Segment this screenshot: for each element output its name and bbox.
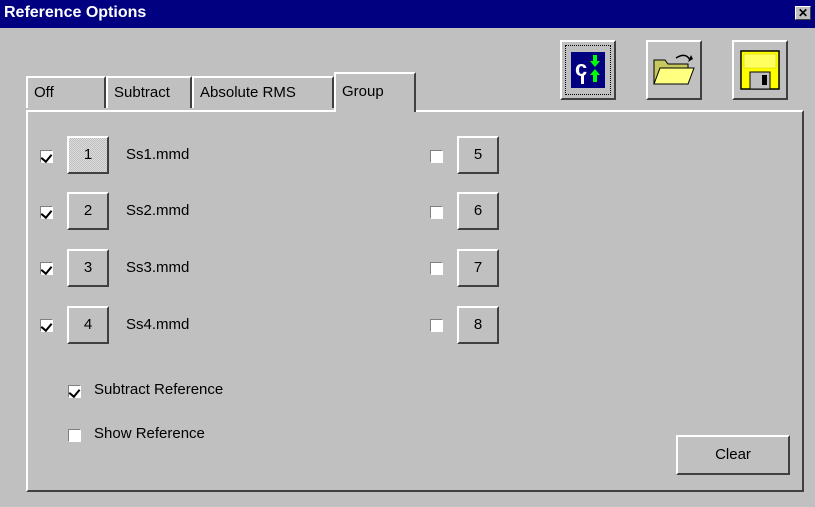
show-reference-label: Show Reference: [94, 425, 205, 442]
slot-2-number: 2: [83, 202, 93, 219]
slot-7-checkbox[interactable]: [430, 262, 443, 275]
open-folder-button[interactable]: [646, 40, 702, 100]
slot-2-button[interactable]: 2: [67, 192, 109, 230]
slot-6-button[interactable]: 6: [457, 192, 499, 230]
window-title: Reference Options: [4, 4, 147, 21]
tab-subtract[interactable]: Subtract: [106, 76, 192, 108]
tab-off-label: Off: [34, 84, 54, 101]
slot-7-number: 7: [473, 259, 483, 276]
save-button[interactable]: [732, 40, 788, 100]
slot-2-file: Ss2.mmd: [126, 202, 190, 219]
slot-1-number: 1: [83, 146, 93, 163]
subtract-reference-label: Subtract Reference: [94, 381, 224, 398]
slot-5-button[interactable]: 5: [457, 136, 499, 174]
slot-4-file: Ss4.mmd: [126, 316, 190, 333]
slot-3-number: 3: [83, 259, 93, 276]
subtract-reference-checkbox[interactable]: [68, 385, 81, 398]
slot-3-file: Ss3.mmd: [126, 259, 190, 276]
slot-4-button[interactable]: 4: [67, 306, 109, 344]
tab-absolute-rms-label: Absolute RMS: [200, 84, 296, 101]
slot-8-number: 8: [473, 316, 483, 333]
slot-2-checkbox[interactable]: [40, 206, 53, 219]
slot-8-checkbox[interactable]: [430, 319, 443, 332]
show-reference-checkbox[interactable]: [68, 429, 81, 442]
slot-7-button[interactable]: 7: [457, 249, 499, 287]
save-disk-icon: [740, 50, 780, 90]
slot-4-number: 4: [83, 316, 93, 333]
window-frame-left: [0, 28, 10, 507]
slot-1-checkbox[interactable]: [40, 150, 53, 163]
title-bar: Reference Options ✕: [0, 0, 815, 28]
slot-5-number: 5: [473, 146, 483, 163]
tab-group-label: Group: [342, 83, 384, 100]
tab-absolute-rms[interactable]: Absolute RMS: [192, 76, 334, 108]
slot-4-checkbox[interactable]: [40, 319, 53, 332]
slot-3-button[interactable]: 3: [67, 249, 109, 287]
slot-1-file: Ss1.mmd: [126, 146, 190, 163]
clear-button[interactable]: Clear: [676, 435, 790, 475]
slot-1-button[interactable]: 1: [67, 136, 109, 174]
slot-5-checkbox[interactable]: [430, 150, 443, 163]
slot-6-number: 6: [473, 202, 483, 219]
tab-off[interactable]: Off: [26, 76, 106, 108]
tab-subtract-label: Subtract: [114, 84, 170, 101]
reference-swap-button[interactable]: c: [560, 40, 616, 100]
close-button[interactable]: ✕: [795, 6, 811, 20]
slot-6-checkbox[interactable]: [430, 206, 443, 219]
open-folder-icon: [653, 54, 695, 85]
tab-group[interactable]: Group: [334, 72, 416, 112]
close-icon: ✕: [797, 6, 809, 20]
clear-button-label: Clear: [715, 446, 751, 463]
reference-swap-icon: c: [571, 52, 605, 88]
slot-8-button[interactable]: 8: [457, 306, 499, 344]
slot-3-checkbox[interactable]: [40, 262, 53, 275]
